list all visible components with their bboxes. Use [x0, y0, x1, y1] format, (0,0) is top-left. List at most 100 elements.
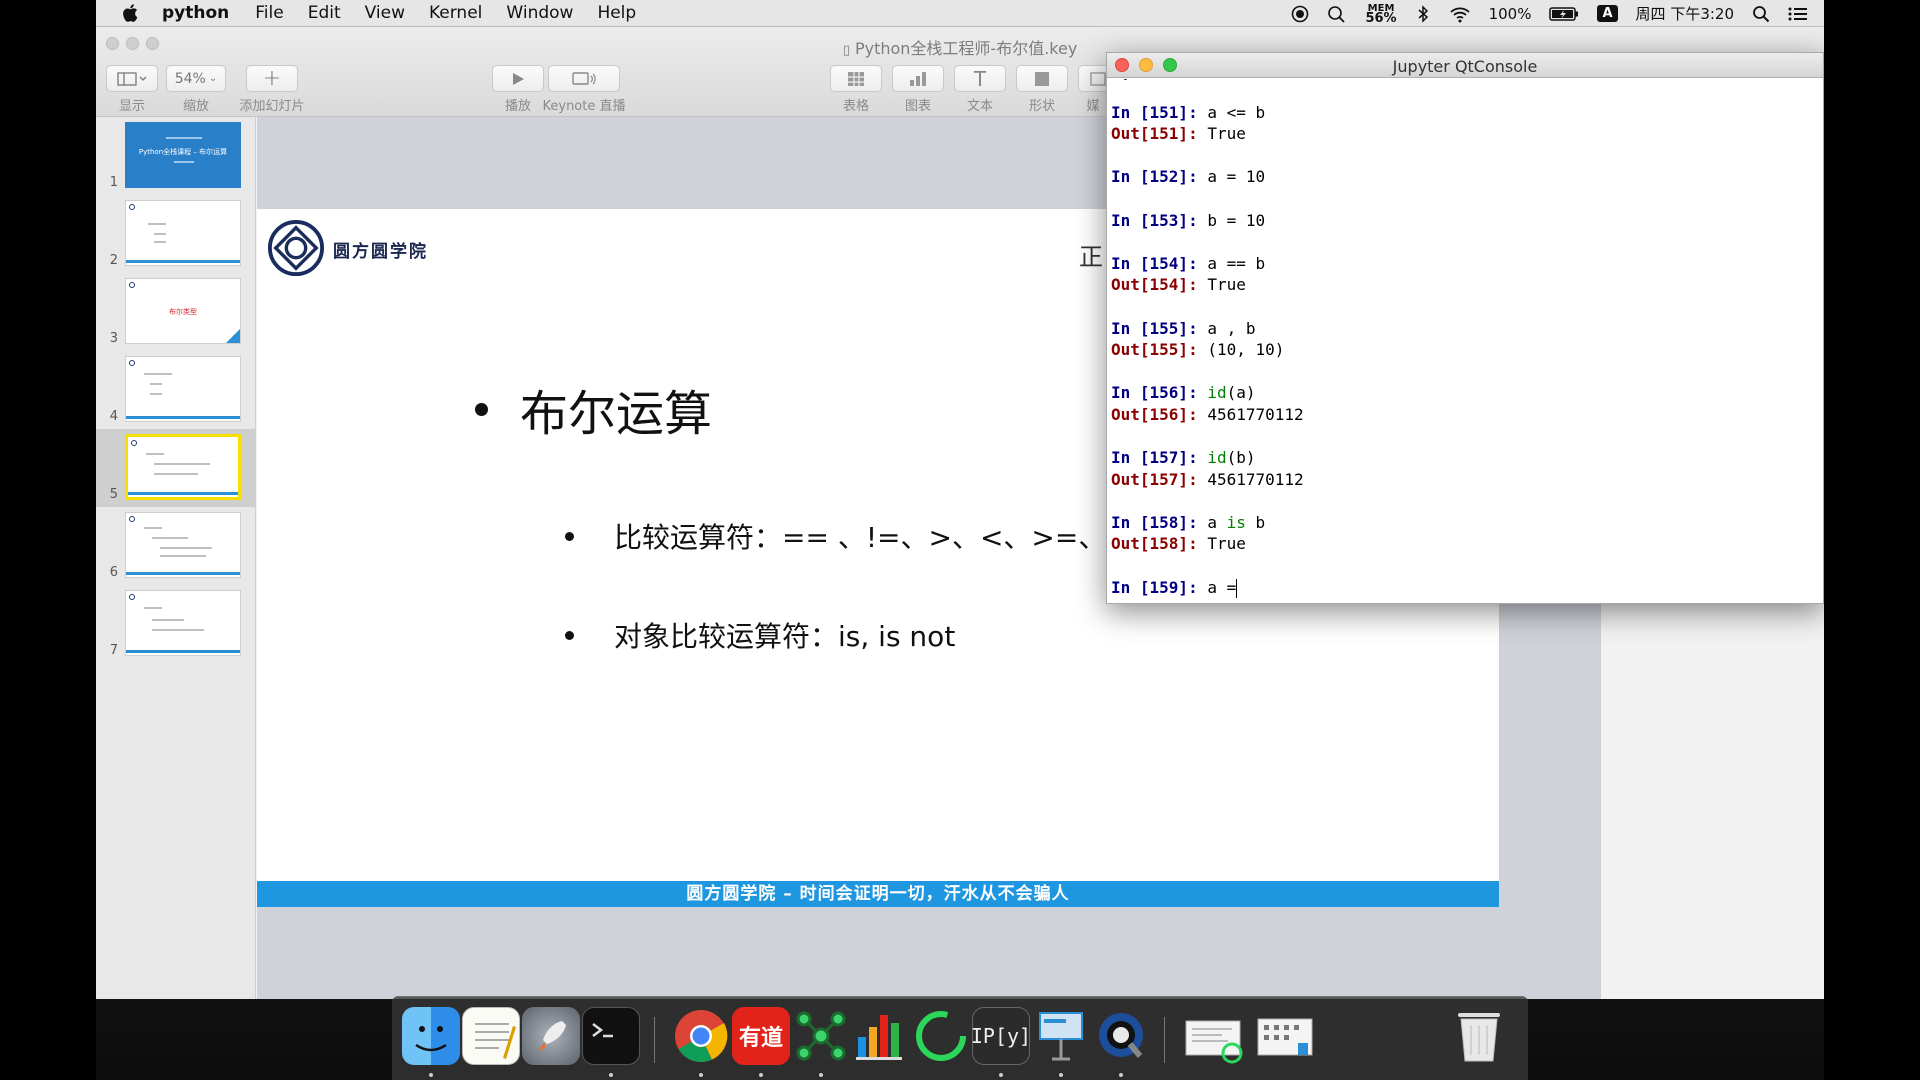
- keynote-title-text: Python全栈工程师-布尔值.key: [854, 39, 1078, 58]
- quicktime-icon[interactable]: [1092, 1007, 1150, 1065]
- logo-text: 圆方圆学院: [333, 242, 428, 262]
- screen: python File Edit View Kernel Window Help…: [0, 0, 1920, 1080]
- current-input[interactable]: a =: [1207, 578, 1236, 597]
- thumbnail-corner: [226, 329, 240, 343]
- code: a == b: [1207, 253, 1266, 273]
- activity-monitor-icon[interactable]: [912, 1007, 970, 1065]
- code: a: [1207, 512, 1227, 532]
- keynote-live-icon: [572, 71, 596, 85]
- memory-indicator[interactable]: MEM 56%: [1365, 3, 1396, 25]
- result: (10, 10): [1207, 340, 1285, 360]
- bluetooth-icon[interactable]: [1415, 4, 1431, 23]
- input-line: In [155]: a , b: [1111, 318, 1823, 340]
- clock[interactable]: 周四 下午3:20: [1636, 3, 1734, 24]
- output-line: Out[158]: True: [1111, 533, 1823, 555]
- input-method-indicator[interactable]: A: [1597, 5, 1618, 22]
- in-prompt: In [154]:: [1111, 253, 1208, 273]
- slide-corner-text: 正: [1079, 243, 1103, 271]
- add-slide-button[interactable]: +: [246, 65, 298, 92]
- shape-button[interactable]: [1016, 65, 1068, 92]
- menu-window[interactable]: Window: [506, 3, 573, 23]
- youdao-icon[interactable]: 有道: [732, 1007, 790, 1065]
- apple-icon[interactable]: [120, 2, 142, 24]
- zoom-select[interactable]: 54% ⌄: [166, 65, 226, 92]
- code: a = 10: [1207, 167, 1266, 187]
- app-menu-python[interactable]: python: [162, 3, 229, 23]
- keynote-live-button[interactable]: [548, 65, 620, 92]
- slide-thumbnail-6[interactable]: 6: [96, 507, 256, 585]
- battery-icon[interactable]: [1549, 6, 1579, 22]
- keynote-live-label: Keynote 直播: [542, 99, 626, 114]
- menu-help[interactable]: Help: [597, 3, 636, 23]
- out-prompt: Out[151]:: [1111, 124, 1208, 144]
- textedit-icon[interactable]: [462, 1007, 520, 1065]
- table-icon: [848, 71, 864, 86]
- builtin-function: id: [1207, 383, 1227, 403]
- stack-downloads-icon[interactable]: [1182, 1007, 1243, 1065]
- console-output[interactable]: -.- In [151]: a <= b Out[151]: True In […: [1111, 79, 1823, 603]
- ipython-icon[interactable]: IP[y]: [970, 1007, 1032, 1065]
- stack-documents-icon[interactable]: [1254, 1007, 1313, 1065]
- slide-number: 4: [109, 409, 118, 424]
- play-button[interactable]: [492, 65, 544, 92]
- finder-icon[interactable]: [402, 1007, 460, 1065]
- output-line: Out[156]: 4561770112: [1111, 404, 1823, 426]
- chrome-icon[interactable]: [672, 1007, 730, 1065]
- slide-thumbnail-2[interactable]: 2: [96, 195, 256, 273]
- view-label: 显示: [118, 99, 145, 114]
- input-line: In [158]: a is b: [1111, 512, 1823, 534]
- notification-center-icon[interactable]: [1788, 6, 1808, 22]
- thumbnail-image: [125, 356, 241, 422]
- plus-icon: +: [262, 66, 282, 91]
- thumbnail-title: 布尔类型: [169, 308, 197, 316]
- builtin-function: id: [1207, 448, 1227, 468]
- ipython-label: IP[y]: [970, 1024, 1032, 1048]
- slide-thumbnail-5[interactable]: 5: [96, 429, 256, 507]
- menu-edit[interactable]: Edit: [308, 3, 341, 23]
- slide-thumbnail-4[interactable]: 4: [96, 351, 256, 429]
- sub-bullet-1: 比较运算符：== 、!=、>、<、>=、<=: [565, 516, 1153, 556]
- zoom-value: 54%: [174, 70, 206, 87]
- table-label: 表格: [842, 99, 869, 114]
- chat-search-icon[interactable]: [1327, 5, 1347, 23]
- menu-file[interactable]: File: [255, 3, 283, 23]
- result: True: [1207, 275, 1246, 295]
- add-slide-label: 添加幻灯片: [239, 99, 305, 114]
- menu-kernel[interactable]: Kernel: [429, 3, 482, 23]
- slide-thumbnail-3[interactable]: 3 布尔类型: [96, 273, 256, 351]
- keynote-icon[interactable]: [1032, 1007, 1090, 1065]
- code: b: [1245, 512, 1266, 532]
- xmind-icon[interactable]: [792, 1007, 850, 1065]
- text-cursor: [1236, 578, 1238, 598]
- thumbnail-title: Python全栈课程 – 布尔运算: [138, 148, 228, 156]
- in-prompt: In [155]:: [1111, 318, 1208, 338]
- trash-icon[interactable]: [1454, 1007, 1504, 1065]
- text-button[interactable]: T: [954, 65, 1006, 92]
- menu-view[interactable]: View: [365, 3, 405, 23]
- table-button[interactable]: [830, 65, 882, 92]
- slide-number: 6: [109, 565, 118, 580]
- spotlight-search-icon[interactable]: [1752, 5, 1770, 23]
- input-line: In [153]: b = 10: [1111, 210, 1823, 232]
- slide-number: 1: [109, 175, 118, 190]
- slide-thumbnail-7[interactable]: 7: [96, 585, 256, 663]
- input-line: In [156]: id(a): [1111, 382, 1823, 404]
- battery-percent: 100%: [1488, 4, 1532, 23]
- wifi-icon[interactable]: [1449, 5, 1471, 23]
- code: (b): [1226, 448, 1256, 468]
- launchpad-icon[interactable]: [522, 1007, 580, 1065]
- in-prompt: In [159]:: [1111, 577, 1208, 597]
- slide-navigator: 1 Python全栈课程 – 布尔运算 2 3 布尔类型 4 5 6 7: [96, 117, 256, 999]
- current-input-line[interactable]: In [159]: a =: [1111, 577, 1823, 599]
- result: 4561770112: [1207, 469, 1304, 489]
- result: 4561770112: [1207, 404, 1304, 424]
- view-button[interactable]: [106, 65, 158, 92]
- out-prompt: Out[154]:: [1111, 275, 1208, 295]
- numbers-icon[interactable]: [852, 1007, 910, 1065]
- terminal-icon[interactable]: [582, 1007, 640, 1065]
- slide-thumbnail-1[interactable]: 1 Python全栈课程 – 布尔运算: [96, 117, 256, 195]
- media-label: 媒: [1086, 99, 1100, 114]
- play-icon: [513, 72, 524, 85]
- chart-button[interactable]: [892, 65, 944, 92]
- record-icon[interactable]: [1291, 5, 1309, 23]
